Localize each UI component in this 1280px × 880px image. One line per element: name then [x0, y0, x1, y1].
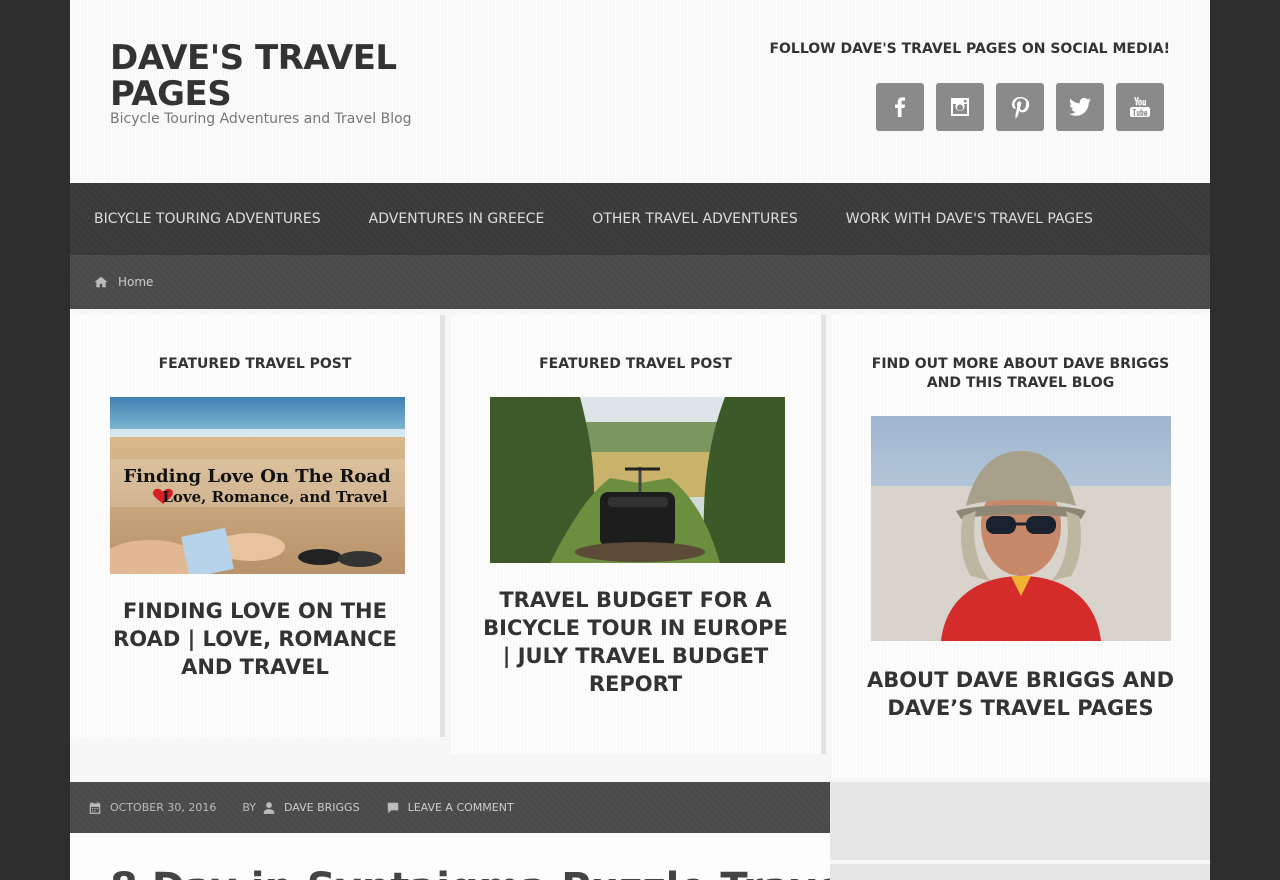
widget-title: FEATURED TRAVEL POST — [539, 356, 732, 372]
twitter-icon[interactable] — [1056, 83, 1104, 131]
featured-post-widget-1: FEATURED TRAVEL POST Finding Love On The… — [70, 315, 445, 737]
featured-image-bicycle[interactable] — [490, 397, 785, 563]
leave-comment-link[interactable]: LEAVE A COMMENT — [408, 801, 514, 814]
image-caption-line2: Love, Romance, and Travel — [162, 488, 388, 506]
featured-image-love[interactable]: Finding Love On The Road Love, Romance, … — [110, 397, 405, 574]
instagram-icon[interactable] — [936, 83, 984, 131]
post-date: OCTOBER 30, 2016 — [88, 801, 216, 815]
page: DAVE'S TRAVEL PAGES Bicycle Touring Adve… — [70, 0, 1210, 880]
featured-post-title-link[interactable]: FINDING LOVE ON THE ROAD | LOVE, ROMANCE… — [100, 597, 410, 681]
post-author-link[interactable]: DAVE BRIGGS — [284, 801, 360, 814]
post-author: BY DAVE BRIGGS — [242, 801, 359, 815]
site-title[interactable]: DAVE'S TRAVEL PAGES — [110, 40, 430, 112]
sidebar-widget-2 — [830, 864, 1210, 880]
comment-icon — [387, 802, 398, 813]
featured-post-title-link[interactable]: TRAVEL BUDGET FOR A BICYCLE TOUR IN EURO… — [480, 586, 791, 698]
nav-item-work-with[interactable]: WORK WITH DAVE'S TRAVEL PAGES — [822, 183, 1117, 255]
widget-title: FEATURED TRAVEL POST — [158, 356, 352, 372]
nav-item-bicycle-touring[interactable]: BICYCLE TOURING ADVENTURES — [70, 183, 345, 255]
home-icon — [94, 276, 108, 288]
calendar-icon — [89, 801, 101, 814]
breadcrumb: Home — [70, 255, 1210, 309]
featured-post-widget-2: FEATURED TRAVEL POST TRAVEL BUDGET FOR A… — [450, 315, 826, 754]
youtube-icon[interactable] — [1116, 83, 1164, 131]
sidebar-widget — [830, 782, 1210, 860]
site-description: Bicycle Touring Adventures and Travel Bl… — [110, 111, 412, 127]
breadcrumb-home-link[interactable]: Home — [118, 275, 153, 289]
main-navigation: BICYCLE TOURING ADVENTURES ADVENTURES IN… — [70, 183, 1210, 255]
article-title[interactable]: 8 Day in Syntaigma Puzzle Travel Bu — [110, 865, 830, 880]
about-post-title-link[interactable]: ABOUT DAVE BRIGGS AND DAVE’S TRAVEL PAGE… — [861, 666, 1180, 722]
image-caption-line1: Finding Love On The Road — [123, 466, 391, 487]
user-icon — [263, 801, 275, 814]
pinterest-icon[interactable] — [996, 83, 1044, 131]
post-date-text: OCTOBER 30, 2016 — [110, 801, 217, 814]
nav-item-other-travel[interactable]: OTHER TRAVEL ADVENTURES — [568, 183, 821, 255]
nav-item-greece[interactable]: ADVENTURES IN GREECE — [345, 183, 569, 255]
post-by-label: BY — [242, 801, 257, 814]
site-header: DAVE'S TRAVEL PAGES Bicycle Touring Adve… — [70, 0, 1210, 183]
facebook-icon[interactable] — [876, 83, 924, 131]
post-meta-bar: OCTOBER 30, 2016 BY DAVE BRIGGS LEAVE A … — [70, 782, 830, 833]
article: 8 Day in Syntaigma Puzzle Travel Bu — [70, 833, 830, 880]
widget-title: FIND OUT MORE ABOUT DAVE BRIGGS AND THIS… — [871, 356, 1170, 391]
about-widget: FIND OUT MORE ABOUT DAVE BRIGGS AND THIS… — [831, 315, 1210, 777]
author-photo[interactable] — [871, 416, 1171, 641]
post-comments: LEAVE A COMMENT — [386, 801, 514, 815]
social-title: FOLLOW DAVE'S TRAVEL PAGES ON SOCIAL MED… — [769, 41, 1170, 57]
social-icons — [876, 83, 1164, 131]
